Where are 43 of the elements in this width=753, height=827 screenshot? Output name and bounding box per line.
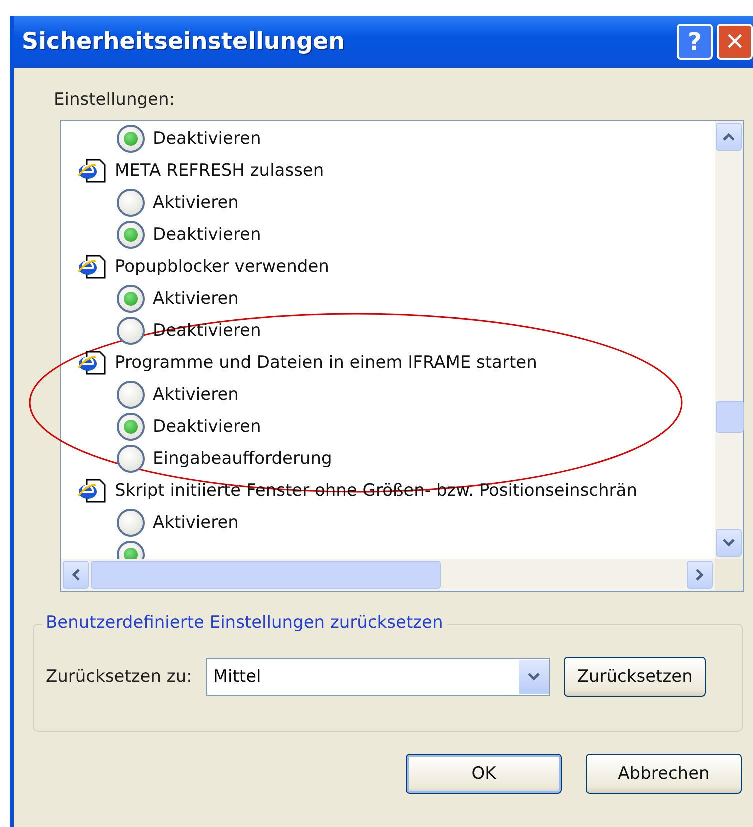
radio-button[interactable] [117, 189, 145, 217]
setting-label: Programme und Dateien in einem IFRAME starten [115, 353, 538, 373]
reset-label: Zurücksetzen zu: [46, 667, 192, 687]
radio-button[interactable] [117, 509, 145, 537]
radio-button[interactable] [117, 413, 145, 441]
scroll-right-button[interactable] [687, 561, 713, 589]
radio-button[interactable] [117, 381, 145, 409]
dialog-button[interactable]: Abbrechen [586, 754, 742, 794]
document-icon [77, 158, 107, 184]
scroll-left-button[interactable] [63, 561, 89, 589]
setting-label: META REFRESH zulassen [115, 161, 324, 181]
document-icon [77, 350, 107, 376]
scrollbar-thumb[interactable] [716, 401, 744, 433]
option-label: Aktivieren [153, 385, 239, 405]
setting-label: Popupblocker verwenden [115, 257, 330, 277]
scroll-down-button[interactable] [716, 529, 742, 557]
option-label: Eingabeaufforderung [153, 449, 332, 469]
document-icon [77, 254, 107, 280]
document-icon [77, 478, 107, 504]
dialog-button[interactable]: OK [406, 754, 562, 794]
radio-button[interactable] [117, 125, 145, 153]
window-title: Sicherheitseinstellungen [22, 29, 346, 55]
radio-button[interactable] [117, 445, 145, 473]
reset-button[interactable]: Zurücksetzen [564, 657, 706, 697]
option-label: Deaktivieren [153, 417, 262, 437]
caret-icon [527, 672, 542, 682]
option-label: Deaktivieren [153, 321, 262, 341]
option-label: Aktivieren [153, 193, 239, 213]
option-label: Aktivieren [153, 289, 239, 309]
scrollbar-thumb[interactable] [91, 561, 441, 589]
help-button[interactable]: ? [677, 24, 713, 60]
group-title: Benutzerdefinierte Einstellungen zurücksetzen [42, 613, 448, 633]
option-label: Aktivieren [153, 513, 239, 533]
radio-button[interactable] [117, 221, 145, 249]
radio-button[interactable] [117, 285, 145, 313]
settings-label: Einstellungen: [53, 89, 176, 108]
radio-button[interactable] [117, 317, 145, 345]
level-dropdown[interactable]: Mittel [206, 658, 550, 696]
scroll-up-button[interactable] [716, 123, 742, 151]
close-button[interactable]: ✕ [717, 24, 753, 60]
scrollbar-corner [715, 559, 743, 591]
option-label: Deaktivieren [153, 129, 262, 149]
option-label: Deaktivieren [153, 225, 262, 245]
